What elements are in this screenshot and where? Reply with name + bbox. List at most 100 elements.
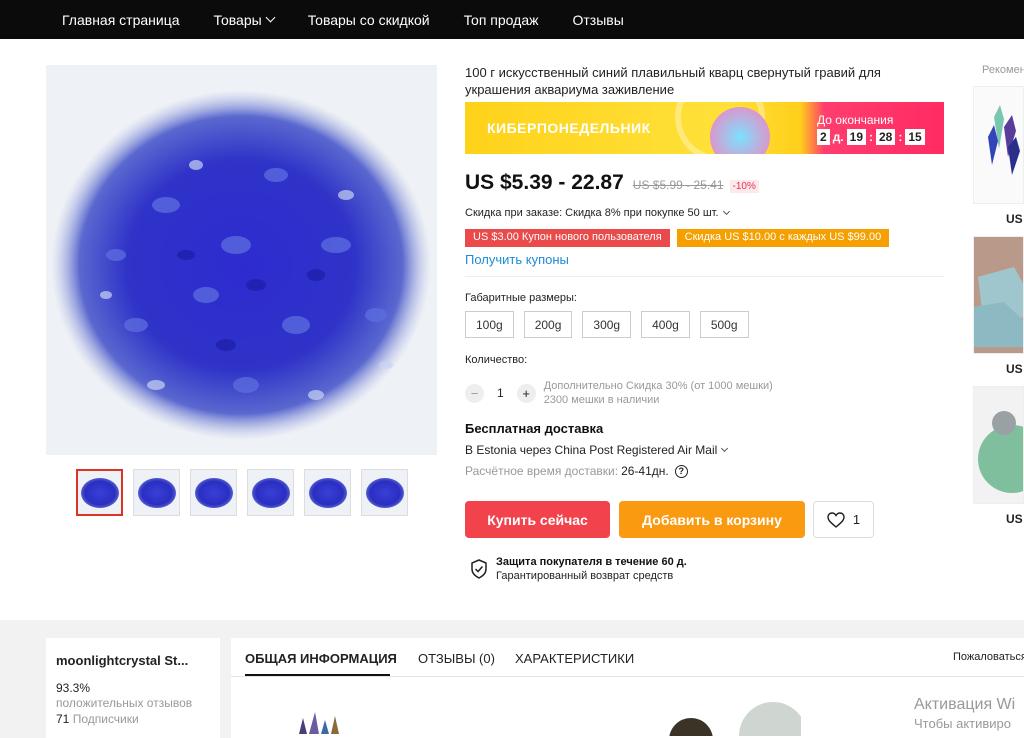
top-navigation: Главная страница Товары Товары со скидко… (0, 0, 1024, 39)
recommended-price: US $ (1006, 362, 1024, 376)
thumbnail-image (80, 477, 119, 508)
protection-subtitle: Гарантированный возврат средств (496, 570, 674, 582)
tab-reviews[interactable]: ОТЗЫВЫ (0) (418, 651, 495, 666)
recommended-item[interactable] (973, 86, 1024, 204)
quantity-plus-button[interactable]: + (516, 383, 536, 403)
coupon-list: US $3.00 Купон нового пользователя Скидк… (465, 229, 896, 247)
countdown-minutes: 28 (876, 129, 896, 145)
thumbnail-3[interactable] (190, 469, 237, 516)
chevron-down-icon (722, 207, 730, 215)
size-option-100g[interactable]: 100g (465, 311, 514, 338)
shipping-method-text: В Estonia через China Post Registered Ai… (465, 443, 718, 457)
thumbnail-image (194, 477, 233, 508)
activation-line-1: Активация Wi (914, 696, 1016, 713)
nav-reviews-label: Отзывы (572, 11, 624, 28)
tab-overview[interactable]: ОБЩАЯ ИНФОРМАЦИЯ (245, 651, 397, 666)
product-main-image[interactable] (46, 65, 437, 455)
report-link[interactable]: Пожаловаться (953, 651, 1024, 663)
nav-home-label: Главная страница (62, 11, 180, 28)
description-image-crystals (299, 712, 339, 734)
countdown-timer: 2 д. 19: 28: 15 (817, 129, 928, 145)
promo-banner: КИБЕРПОНЕДЕЛЬНИК До окончания 2 д. 19: 2… (465, 102, 944, 154)
bulk-discount-text: Скидка при заказе: Скидка 8% при покупке… (465, 207, 719, 219)
bulk-discount[interactable]: Скидка при заказе: Скидка 8% при покупке… (465, 207, 730, 219)
recommended-price: US $ (1006, 512, 1024, 526)
followers-count: 71 (56, 712, 70, 726)
countdown-days: 2 (817, 129, 830, 145)
old-price: US $5.99 - 25.41 (632, 178, 724, 192)
quantity-stepper: − 1 + Дополнительно Скидка 30% (от 1000 … (465, 379, 773, 407)
quantity-label: Количество: (465, 354, 528, 366)
nav-reviews[interactable]: Отзывы (572, 12, 623, 28)
countdown-seconds: 15 (905, 129, 925, 145)
thumbnail-1[interactable] (76, 469, 123, 516)
thumbnail-image (365, 477, 404, 508)
jade-sphere-image (974, 387, 1023, 503)
store-coupon[interactable]: Скидка US $10.00 с каждых US $99.00 (676, 229, 890, 247)
stock-count: 2300 мешки в наличии (543, 394, 660, 406)
buy-now-button[interactable]: Купить сейчас (465, 501, 610, 538)
add-to-cart-button[interactable]: Добавить в корзину (619, 501, 805, 538)
thumbnail-5[interactable] (304, 469, 351, 516)
size-label: Габаритные размеры: (465, 292, 577, 304)
delivery-estimate: Расчётное время доставки: 26-41дн. ? (465, 464, 688, 478)
price-block: US $5.39 - 22.87 US $5.99 - 25.41 -10% (465, 171, 759, 195)
promo-until-label: До окончания (817, 113, 894, 127)
nav-top-sales[interactable]: Топ продаж (464, 12, 539, 28)
crystal-points-image (974, 87, 1023, 203)
thumbnail-6[interactable] (361, 469, 408, 516)
store-name[interactable]: moonlightcrystal St... (56, 653, 210, 668)
thumbnail-strip (76, 469, 418, 516)
promo-name: КИБЕРПОНЕДЕЛЬНИК (487, 120, 651, 136)
protection-title: Защита покупателя в течение 60 д. (496, 556, 687, 568)
quantity-info: Дополнительно Скидка 30% (от 1000 мешки)… (544, 379, 773, 407)
new-user-coupon[interactable]: US $3.00 Купон нового пользователя (465, 229, 670, 247)
help-icon[interactable]: ? (674, 464, 688, 478)
quantity-minus-button[interactable]: − (465, 383, 484, 403)
thumbnail-4[interactable] (247, 469, 294, 516)
size-option-400g[interactable]: 400g (641, 311, 690, 338)
countdown-days-unit: д. (832, 130, 844, 144)
raw-stone-image (974, 237, 1023, 353)
recommended-item[interactable] (973, 236, 1024, 354)
shield-check-icon (471, 559, 487, 579)
tab-specs[interactable]: ХАРАКТЕРИСТИКИ (515, 651, 634, 666)
size-option-500g[interactable]: 500g (699, 311, 749, 338)
thumbnail-image (137, 477, 176, 508)
windows-activation-watermark: Активация Wi Чтобы активиро (914, 696, 1015, 731)
chevron-down-icon (265, 12, 276, 23)
nav-home[interactable]: Главная страница (62, 12, 180, 28)
divider (231, 676, 1024, 677)
positive-feedback-percent: 93.3% (56, 681, 91, 695)
divider (465, 276, 944, 277)
nav-top-sales-label: Топ продаж (463, 11, 539, 28)
nav-discounted[interactable]: Товары со скидкой (308, 12, 430, 28)
get-coupons-link[interactable]: Получить купоны (465, 252, 569, 267)
product-info-tabs: ОБЩАЯ ИНФОРМАЦИЯ ОТЗЫВЫ (0) ХАРАКТЕРИСТИ… (231, 638, 1024, 738)
size-options: 100g 200g 300g 400g 500g (465, 311, 759, 338)
nav-products[interactable]: Товары (213, 11, 276, 28)
positive-feedback-label: положительных отзывов (56, 696, 193, 710)
countdown-hours: 19 (846, 129, 866, 145)
size-option-200g[interactable]: 200g (523, 311, 573, 338)
buyer-protection: Защита покупателя в течение 60 д. Гарант… (470, 556, 687, 582)
nav-products-label: Товары (213, 11, 262, 28)
heart-icon (827, 511, 845, 528)
thumbnail-image (251, 477, 290, 508)
quantity-extra-discount: Дополнительно Скидка 30% (от 1000 мешки) (543, 380, 773, 392)
size-option-300g[interactable]: 300g (582, 311, 632, 338)
thumbnail-2[interactable] (133, 469, 180, 516)
quantity-value[interactable]: 1 (497, 386, 504, 400)
shipping-title: Бесплатная доставка (465, 421, 604, 436)
discount-badge: -10% (729, 180, 759, 193)
delivery-estimate-value: 26-41дн. (621, 464, 669, 478)
activation-line-2: Чтобы активиро (914, 716, 1012, 731)
recommended-item[interactable] (973, 386, 1024, 504)
followers-label: Подписчики (72, 712, 139, 726)
current-price: US $5.39 - 22.87 (465, 171, 624, 194)
wishlist-button[interactable]: 1 (813, 501, 874, 538)
shipping-method[interactable]: В Estonia через China Post Registered Ai… (465, 443, 729, 457)
chevron-down-icon (721, 444, 729, 452)
recommendations: Рекомендуем US $ US $ US $ (973, 64, 1024, 526)
wishlist-count: 1 (852, 512, 861, 527)
